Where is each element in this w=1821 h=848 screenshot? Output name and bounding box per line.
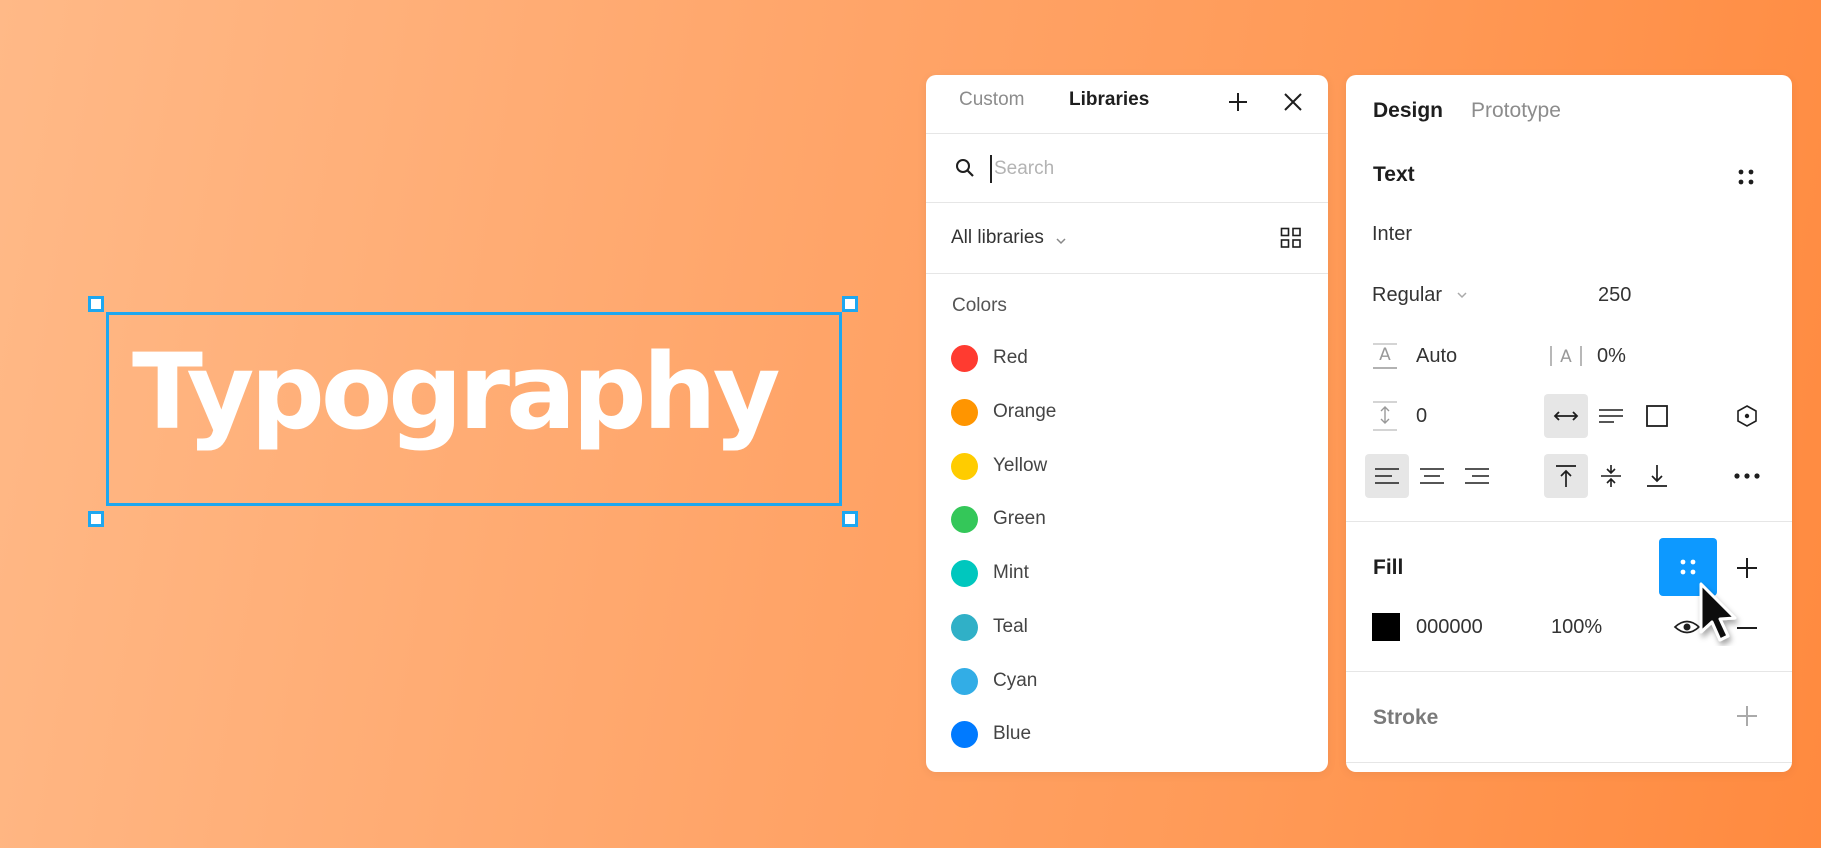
color-swatch — [951, 720, 978, 748]
chevron-down-icon[interactable] — [1455, 288, 1469, 302]
tab-libraries[interactable]: Libraries — [1069, 89, 1149, 111]
color-name: Red — [993, 347, 1028, 368]
color-name: Mint — [993, 562, 1029, 583]
stroke-section-title: Stroke — [1373, 706, 1439, 729]
line-height-input[interactable]: Auto — [1416, 345, 1457, 368]
auto-height-button[interactable] — [1589, 394, 1633, 438]
grid-view-icon[interactable] — [1280, 227, 1302, 249]
color-name: Teal — [993, 616, 1028, 637]
color-item-mint[interactable]: Mint — [951, 558, 1029, 588]
add-icon[interactable] — [1223, 87, 1253, 117]
color-swatch — [951, 613, 978, 641]
svg-text:A: A — [1560, 347, 1572, 367]
add-stroke-icon[interactable] — [1734, 703, 1760, 729]
fill-section-title: Fill — [1373, 556, 1404, 579]
paragraph-spacing-input[interactable]: 0 — [1416, 405, 1427, 428]
align-right-button[interactable] — [1455, 454, 1499, 498]
fill-color-swatch[interactable] — [1372, 613, 1400, 641]
fill-opacity-input[interactable]: 100% — [1551, 616, 1602, 639]
letter-spacing-icon: A — [1549, 342, 1583, 370]
mouse-cursor-icon — [1695, 580, 1745, 646]
add-fill-icon[interactable] — [1734, 555, 1760, 581]
color-item-cyan[interactable]: Cyan — [951, 666, 1037, 696]
more-options-icon[interactable] — [1725, 454, 1769, 498]
search-row — [926, 134, 1328, 203]
align-middle-button[interactable] — [1589, 454, 1633, 498]
color-item-green[interactable]: Green — [951, 504, 1046, 534]
resize-handle-top-left[interactable] — [88, 296, 104, 312]
section-divider — [1346, 762, 1792, 763]
search-input[interactable] — [990, 155, 1296, 183]
fill-hex-input[interactable]: 000000 — [1416, 616, 1483, 639]
align-left-button[interactable] — [1365, 454, 1409, 498]
font-weight-select[interactable]: Regular — [1372, 284, 1442, 307]
chevron-down-icon[interactable] — [1054, 234, 1068, 248]
libraries-panel-header: Custom Libraries — [926, 75, 1328, 134]
style-dots-icon[interactable] — [1735, 166, 1757, 188]
libraries-panel: Custom Libraries All libraries Colors — [926, 75, 1328, 772]
color-name: Green — [993, 508, 1046, 529]
search-icon — [954, 157, 976, 179]
color-name: Yellow — [993, 455, 1048, 476]
color-item-blue[interactable]: Blue — [951, 719, 1031, 749]
align-top-button[interactable] — [1544, 454, 1588, 498]
library-filter-row: All libraries — [926, 203, 1328, 274]
color-swatch — [951, 344, 978, 372]
color-item-orange[interactable]: Orange — [951, 397, 1056, 427]
close-icon[interactable] — [1278, 87, 1308, 117]
section-divider — [1346, 521, 1792, 522]
letter-spacing-input[interactable]: 0% — [1597, 345, 1626, 368]
library-filter-dropdown[interactable]: All libraries — [951, 227, 1044, 249]
auto-width-button[interactable] — [1544, 394, 1588, 438]
color-swatch — [951, 667, 978, 695]
color-name: Orange — [993, 401, 1057, 422]
tab-custom[interactable]: Custom — [959, 89, 1024, 111]
font-family-select[interactable]: Inter — [1372, 223, 1412, 246]
color-item-teal[interactable]: Teal — [951, 612, 1028, 642]
text-section-title: Text — [1373, 163, 1415, 186]
resize-handle-top-right[interactable] — [842, 296, 858, 312]
align-bottom-button[interactable] — [1635, 454, 1679, 498]
design-panel: Design Prototype Text Inter Regular 250 … — [1346, 75, 1792, 772]
color-swatch — [951, 559, 978, 587]
tab-prototype[interactable]: Prototype — [1471, 99, 1561, 123]
truncate-text-icon[interactable] — [1725, 394, 1769, 438]
align-center-button[interactable] — [1410, 454, 1454, 498]
fixed-size-button[interactable] — [1635, 394, 1679, 438]
color-swatch — [951, 505, 978, 533]
canvas-text-layer[interactable]: Typography — [132, 337, 832, 447]
svg-text:A: A — [1379, 345, 1391, 365]
tab-design[interactable]: Design — [1373, 99, 1443, 123]
colors-section-title: Colors — [952, 295, 1007, 316]
style-dots-icon — [1680, 559, 1696, 575]
color-name: Cyan — [993, 670, 1038, 691]
section-divider — [1346, 671, 1792, 672]
color-item-yellow[interactable]: Yellow — [951, 451, 1047, 481]
font-size-input[interactable]: 250 — [1598, 284, 1631, 307]
resize-handle-bottom-left[interactable] — [88, 511, 104, 527]
color-name: Blue — [993, 723, 1032, 744]
color-swatch — [951, 398, 978, 426]
color-swatch — [951, 452, 978, 480]
color-item-red[interactable]: Red — [951, 343, 1028, 373]
paragraph-spacing-icon — [1372, 400, 1398, 432]
line-height-icon: A — [1372, 342, 1398, 370]
resize-handle-bottom-right[interactable] — [842, 511, 858, 527]
